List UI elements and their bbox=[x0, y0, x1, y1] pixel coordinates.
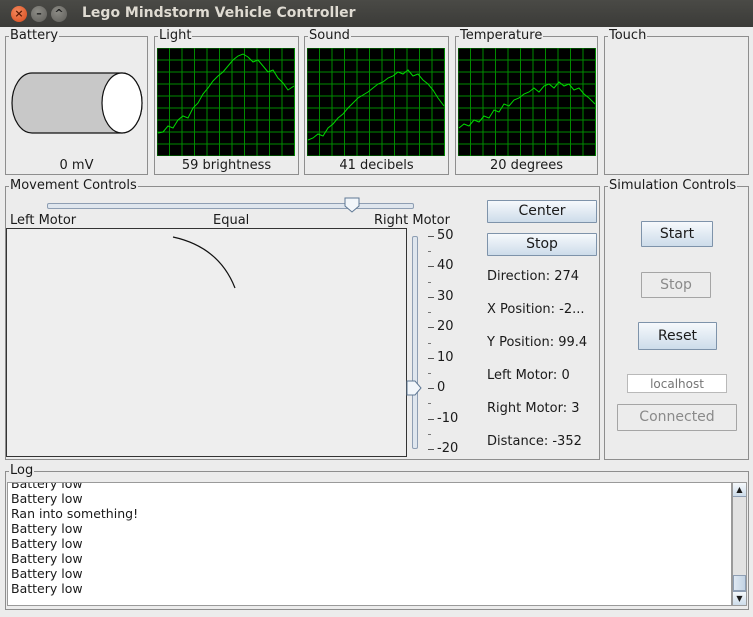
temperature-grid bbox=[458, 48, 596, 156]
log-title: Log bbox=[9, 463, 35, 479]
sound-grid bbox=[307, 48, 445, 156]
temperature-panel: Temperature 20 degrees bbox=[455, 28, 598, 175]
y-position-readout: Y Position: 99.4 bbox=[487, 335, 588, 350]
log-line: Battery low bbox=[11, 521, 83, 536]
temperature-value: 20 degrees bbox=[489, 158, 563, 173]
sound-panel: Sound 41 decibels bbox=[304, 28, 449, 175]
speed-minor-tick bbox=[428, 342, 431, 344]
reset-button[interactable]: Reset bbox=[638, 322, 717, 350]
path-canvas bbox=[6, 228, 407, 457]
speed-tick-label: 50 bbox=[437, 228, 454, 243]
speed-tick-mark bbox=[428, 236, 434, 237]
log-line: Battery low bbox=[11, 551, 83, 566]
equal-label: Equal bbox=[213, 213, 250, 228]
speed-minor-tick bbox=[428, 312, 431, 314]
log-line: Battery low bbox=[11, 581, 83, 596]
balance-slider-thumb[interactable] bbox=[344, 197, 360, 213]
speed-tick-label: -20 bbox=[437, 441, 459, 456]
speed-tick-mark bbox=[428, 449, 434, 450]
close-icon[interactable]: × bbox=[11, 6, 27, 22]
touch-title: Touch bbox=[608, 28, 648, 44]
host-input[interactable] bbox=[627, 374, 727, 393]
speed-minor-tick bbox=[428, 251, 431, 253]
speed-slider-track[interactable] bbox=[412, 236, 418, 449]
center-button[interactable]: Center bbox=[487, 200, 597, 223]
temperature-title: Temperature bbox=[459, 28, 544, 44]
speed-tick-label: 30 bbox=[437, 288, 454, 304]
battery-value: 0 mV bbox=[59, 158, 94, 173]
battery-title: Battery bbox=[9, 28, 60, 44]
sound-trace bbox=[307, 69, 445, 141]
log-line: Battery low bbox=[11, 536, 83, 551]
log-line: Battery low bbox=[11, 482, 83, 491]
vehicle-path bbox=[172, 236, 236, 289]
speed-minor-tick bbox=[428, 403, 431, 405]
speed-tick-mark bbox=[428, 388, 434, 390]
x-position-readout: X Position: -2... bbox=[487, 302, 585, 317]
movement-title: Movement Controls bbox=[9, 178, 138, 194]
light-graph bbox=[157, 48, 295, 156]
left-motor-label: Left Motor bbox=[10, 213, 77, 228]
distance-readout: Distance: -352 bbox=[487, 434, 582, 449]
simulation-title: Simulation Controls bbox=[608, 178, 738, 194]
battery-panel: Battery 0 mV bbox=[5, 28, 148, 175]
speed-minor-tick bbox=[428, 281, 431, 283]
speed-tick-mark bbox=[428, 357, 434, 359]
scroll-down-icon[interactable]: ▼ bbox=[733, 591, 746, 605]
log-scrollbar[interactable]: ▲ ▼ bbox=[732, 482, 747, 606]
sound-value: 41 decibels bbox=[339, 158, 414, 173]
log-line: Ran into something! bbox=[11, 506, 139, 521]
light-grid bbox=[157, 48, 295, 156]
temperature-trace bbox=[458, 81, 596, 129]
simulation-stop-button[interactable]: Stop bbox=[641, 272, 711, 298]
sound-graph bbox=[307, 48, 445, 156]
light-title: Light bbox=[158, 28, 193, 44]
left-motor-readout: Left Motor: 0 bbox=[487, 368, 570, 383]
speed-tick-mark bbox=[428, 327, 434, 329]
speed-tick-label: 20 bbox=[437, 319, 454, 335]
light-value: 59 brightness bbox=[181, 158, 272, 173]
light-panel: Light 59 brightness bbox=[154, 28, 299, 175]
speed-minor-tick bbox=[428, 433, 431, 435]
maximize-icon[interactable]: ^ bbox=[51, 6, 67, 22]
speed-tick-label: 10 bbox=[437, 349, 454, 365]
speed-tick-label: -10 bbox=[437, 410, 459, 426]
minimize-icon[interactable]: – bbox=[31, 6, 47, 22]
window-title: Lego Mindstorm Vehicle Controller bbox=[82, 5, 356, 21]
light-trace bbox=[157, 53, 295, 134]
battery-icon bbox=[11, 72, 143, 134]
scroll-thumb[interactable] bbox=[733, 575, 746, 591]
log-line: Battery low bbox=[11, 566, 83, 581]
speed-tick-mark bbox=[428, 266, 434, 268]
direction-readout: Direction: 274 bbox=[487, 269, 580, 284]
speed-tick-mark bbox=[428, 296, 434, 298]
speed-tick-label: 40 bbox=[437, 258, 454, 274]
log-line: Battery low bbox=[11, 491, 83, 506]
right-motor-readout: Right Motor: 3 bbox=[487, 401, 580, 416]
log-textarea[interactable]: Battery low Battery low Ran into something… bbox=[7, 482, 732, 606]
touch-panel: Touch bbox=[604, 28, 749, 175]
speed-minor-tick bbox=[428, 372, 431, 374]
movement-stop-button[interactable]: Stop bbox=[487, 233, 597, 256]
speed-tick-label: 0 bbox=[437, 380, 446, 396]
speed-slider-thumb[interactable] bbox=[406, 380, 423, 396]
right-motor-label: Right Motor bbox=[374, 213, 450, 228]
title-bar: × – ^ Lego Mindstorm Vehicle Controller bbox=[0, 0, 753, 27]
temperature-graph bbox=[458, 48, 596, 156]
speed-tick-mark bbox=[428, 418, 434, 420]
start-button[interactable]: Start bbox=[641, 221, 713, 247]
scroll-up-icon[interactable]: ▲ bbox=[733, 483, 746, 497]
connected-button[interactable]: Connected bbox=[617, 404, 737, 431]
sound-title: Sound bbox=[308, 28, 351, 44]
